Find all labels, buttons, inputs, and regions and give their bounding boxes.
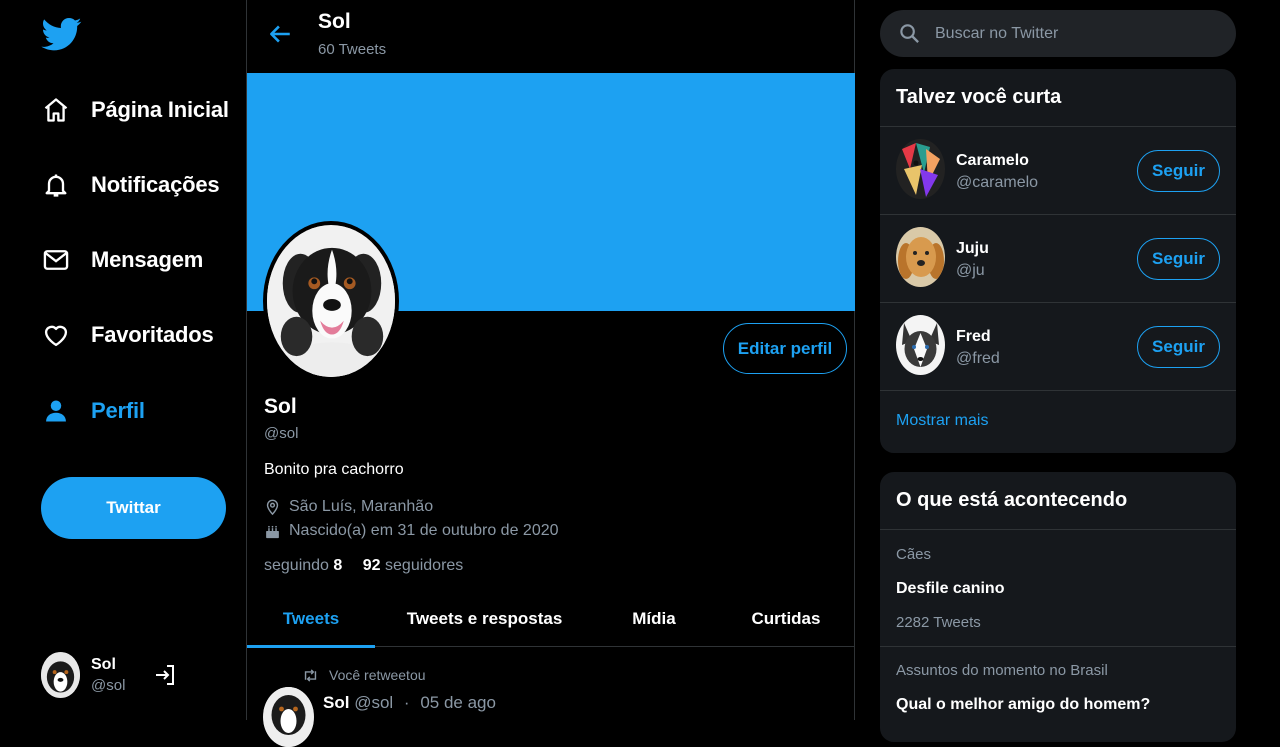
follow-button[interactable]: Seguir	[1137, 150, 1220, 192]
birthday-text: Nascido(a) em 31 de outubro de 2020	[289, 522, 559, 539]
profile-column: Sol 60 Tweets Editar perfil Sol @sol Bon…	[246, 0, 855, 747]
account-name: Sol	[91, 656, 116, 673]
trend-category: Assuntos do momento no Brasil	[896, 662, 1108, 679]
logout-icon[interactable]	[153, 663, 177, 687]
retweet-icon	[304, 668, 317, 682]
tweet-button[interactable]: Twittar	[41, 477, 226, 539]
suggestion-handle: @caramelo	[956, 174, 1039, 191]
nav-label: Página Inicial	[91, 97, 229, 122]
nav-item-favorites[interactable]: Favoritados	[42, 315, 214, 355]
followers-count: 92	[362, 557, 381, 574]
tab-media[interactable]: Mídia	[594, 591, 714, 647]
nav-item-notifications[interactable]: Notificações	[42, 165, 220, 205]
suggestion-item[interactable]: Caramelo @caramelo Seguir	[880, 127, 1236, 215]
trend-count: 2282 Tweets	[896, 614, 981, 631]
birthday-cake-icon	[266, 525, 279, 539]
left-sidebar: Página Inicial Notificações Mensagem Fav…	[0, 0, 246, 720]
account-switcher[interactable]: Sol @sol	[41, 651, 241, 699]
following-link[interactable]: seguindo 8	[264, 557, 342, 574]
trends-title: O que está acontecendo	[880, 472, 1236, 530]
who-to-follow-title: Talvez você curta	[880, 69, 1236, 127]
edit-profile-button[interactable]: Editar perfil	[723, 323, 847, 374]
profile-birthday: Nascido(a) em 31 de outubro de 2020	[264, 522, 559, 540]
suggestion-handle: @ju	[956, 262, 985, 279]
tab-label: Mídia	[632, 609, 676, 628]
profile-location: São Luís, Maranhão	[264, 498, 433, 516]
twitter-logo-icon[interactable]	[40, 14, 84, 54]
avatar	[41, 652, 80, 698]
show-more-link[interactable]: Mostrar mais	[880, 391, 1236, 451]
location-text: São Luís, Maranhão	[289, 498, 434, 515]
follow-button[interactable]: Seguir	[1137, 326, 1220, 368]
nav-label: Perfil	[91, 398, 145, 423]
nav-label: Mensagem	[91, 247, 204, 272]
profile-name: Sol	[264, 395, 297, 418]
avatar	[896, 227, 945, 287]
following-label: seguindo	[264, 557, 329, 574]
bell-icon	[45, 174, 67, 197]
back-arrow-icon[interactable]	[267, 21, 293, 47]
search-input[interactable]	[933, 23, 1213, 44]
tweet-author[interactable]: Sol	[323, 693, 349, 712]
tab-label: Tweets e respostas	[406, 609, 563, 628]
tab-label: Curtidas	[751, 609, 821, 628]
suggestion-name: Caramelo	[956, 152, 1029, 169]
trend-item[interactable]: Assuntos do momento no Brasil Qual o mel…	[880, 647, 1236, 727]
profile-bio: Bonito pra cachorro	[264, 461, 404, 478]
suggestion-item[interactable]: Fred @fred Seguir	[880, 303, 1236, 391]
avatar	[896, 315, 945, 375]
follow-button[interactable]: Seguir	[1137, 238, 1220, 280]
tweet-author-avatar[interactable]	[263, 687, 314, 747]
tweet-separator: ·	[403, 693, 410, 712]
tweet-date[interactable]: 05 de ago	[420, 693, 496, 712]
trend-category: Cães	[896, 546, 932, 563]
avatar	[896, 139, 945, 199]
tab-likes[interactable]: Curtidas	[717, 591, 855, 647]
location-pin-icon	[266, 499, 279, 516]
who-to-follow-card: Talvez você curta Caramelo @caramelo Seg…	[880, 69, 1236, 453]
follow-stats: seguindo 8 92 seguidores	[264, 557, 463, 575]
suggestion-item[interactable]: Juju @ju Seguir	[880, 215, 1236, 303]
nav-item-messages[interactable]: Mensagem	[42, 240, 203, 280]
retweet-indicator: Você retweetou	[302, 667, 426, 683]
search-icon	[900, 24, 919, 43]
nav-label: Notificações	[91, 172, 220, 197]
tweet-handle: @sol	[354, 693, 394, 712]
header-tweet-count: 60 Tweets	[318, 41, 387, 58]
trend-title: Desfile canino	[896, 580, 1005, 597]
suggestion-handle: @fred	[956, 350, 1000, 367]
home-icon	[44, 98, 68, 122]
tab-tweets-replies[interactable]: Tweets e respostas	[375, 591, 594, 647]
profile-header-bar: Sol 60 Tweets	[247, 0, 854, 73]
trends-card: O que está acontecendo Cães Desfile cani…	[880, 472, 1236, 742]
heart-icon	[44, 325, 68, 347]
nav-label: Favoritados	[91, 322, 214, 347]
nav-item-profile[interactable]: Perfil	[42, 391, 145, 431]
tweet-header: Sol @sol · 05 de ago	[323, 693, 496, 713]
followers-label: seguidores	[385, 557, 464, 574]
suggestion-name: Fred	[956, 328, 991, 345]
header-name: Sol	[318, 10, 351, 33]
following-count: 8	[333, 557, 343, 574]
profile-tabs: Tweets Tweets e respostas Mídia Curtidas	[247, 591, 855, 648]
mail-icon	[43, 250, 69, 270]
tab-tweets[interactable]: Tweets	[247, 591, 375, 648]
profile-handle: @sol	[264, 425, 299, 442]
profile-avatar[interactable]	[263, 221, 399, 381]
search-bar	[880, 10, 1236, 57]
account-handle: @sol	[91, 677, 126, 694]
trend-item[interactable]: Cães Desfile canino 2282 Tweets	[880, 530, 1236, 647]
tab-label: Tweets	[282, 609, 340, 628]
followers-link[interactable]: 92 seguidores	[363, 557, 464, 574]
retweet-label: Você retweetou	[329, 667, 426, 683]
trend-title: Qual o melhor amigo do homem?	[896, 696, 1151, 713]
nav-item-home[interactable]: Página Inicial	[42, 90, 229, 130]
person-icon	[46, 400, 66, 422]
suggestion-name: Juju	[956, 240, 989, 257]
